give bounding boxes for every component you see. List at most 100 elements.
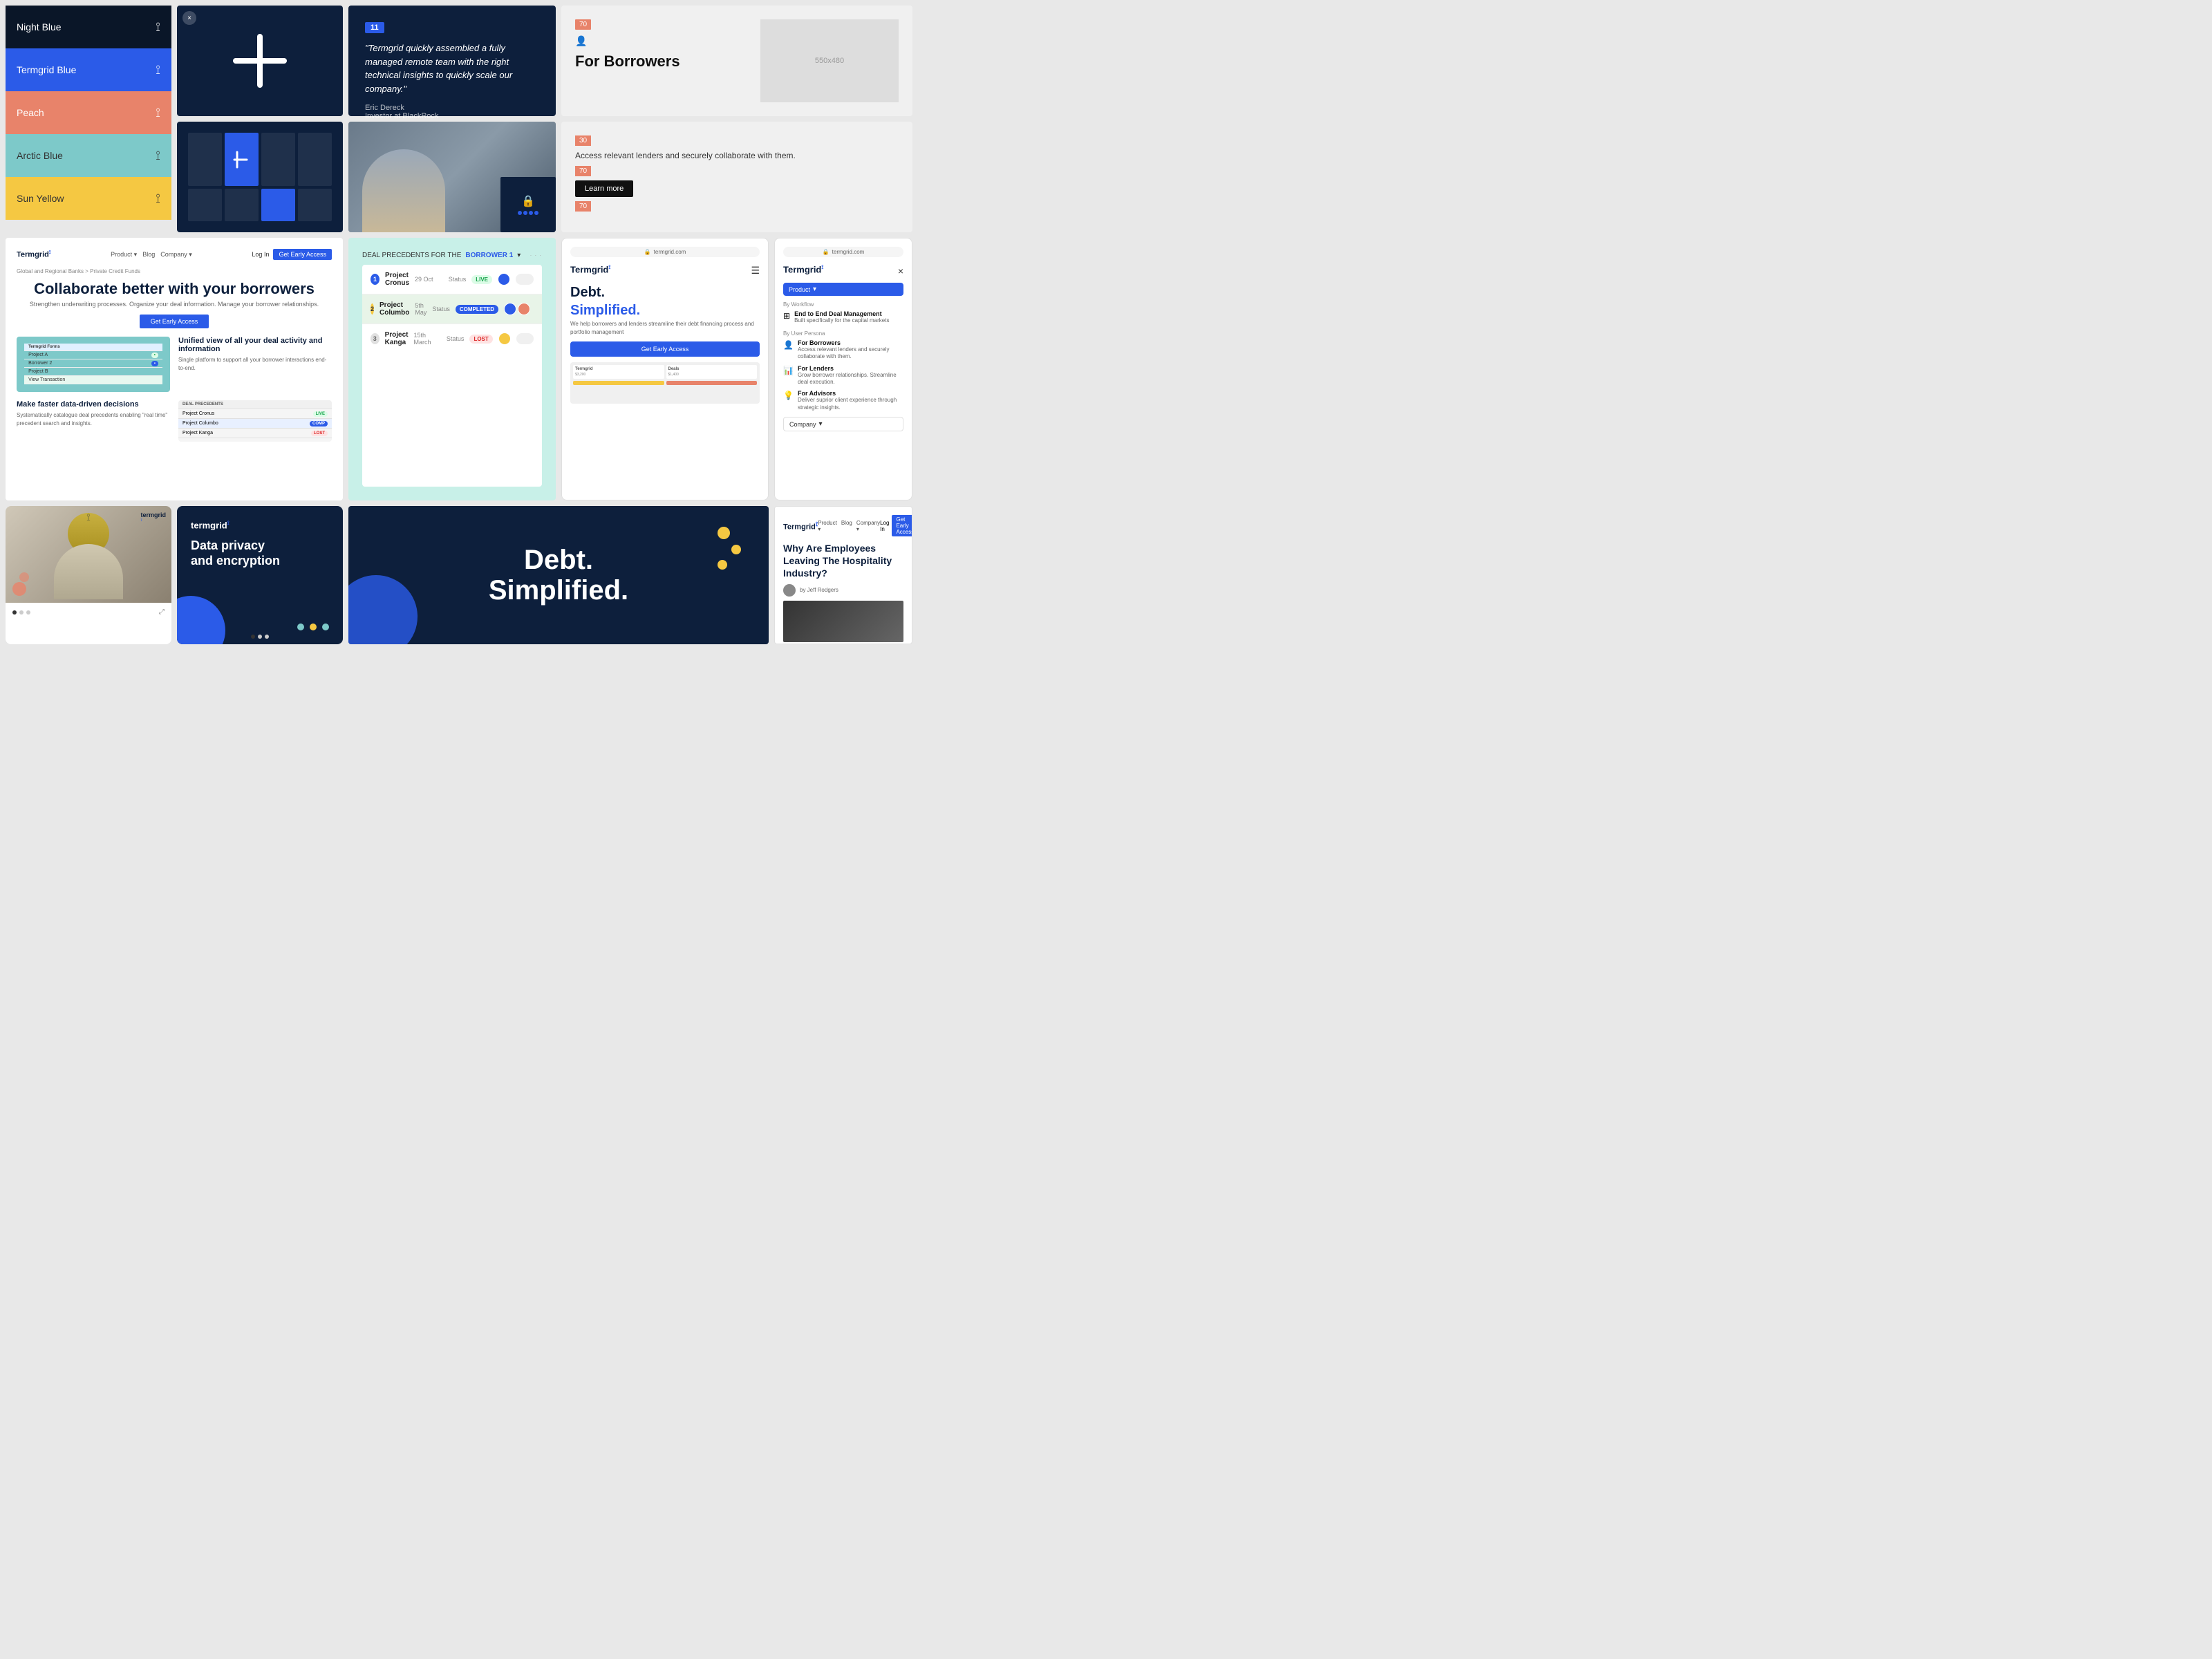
learn-more-button[interactable]: Learn more [575,180,633,197]
close-icon-mobile[interactable]: × [898,265,903,276]
social-indicator-dots [12,610,30,615]
swatch-arctic-blue-icon: ⟟ [156,149,160,163]
logo-cell-7 [261,189,295,221]
dropdown-item-borrowers-text: For Borrowers Access relevant lenders an… [798,339,903,361]
swatch-arctic-blue-label: Arctic Blue [17,150,63,161]
hero-circle-blue [348,575,418,644]
termgrid-logo-svg [229,30,291,92]
mobile-logo-2: Termgrid⟟ [783,264,823,274]
card2-decoration-dots [297,624,329,630]
card2-headline: Data privacy and encryption [191,538,329,568]
mobile-panel-2: 🔒 termgrid.com Termgrid⟟ × Product By Wo… [774,238,912,500]
status-badge-live: LIVE [471,275,492,284]
logo-cell-2 [225,133,259,186]
expand-icon[interactable]: ⤢ [159,608,165,616]
dropdown-workflow-section: By Workflow ⊞ End to End Deal Management… [783,301,903,324]
logo-dark-panel: × [177,6,343,116]
dropdown-item-workflow-text: End to End Deal Management Built specifi… [794,310,889,324]
termgrid-website-panel: Termgrid⟟ Product ▾ Blog Company ▾ Log I… [6,238,343,500]
tg-feature-text-2: Make faster data-driven decisions System… [17,400,170,442]
dropdown-workflow-title: By Workflow [783,301,903,308]
toggle-3[interactable] [516,333,534,344]
swatch-peach[interactable]: Peach ⟟ [6,91,171,134]
tg-nav-company[interactable]: Company ▾ [160,251,192,259]
c2-dot-3 [265,635,269,639]
mobile-cta-1[interactable]: Get Early Access [570,341,760,357]
social-card-dark: termgrid⟟ Data privacy and encryption [177,506,343,644]
access-tag-70: 70 [575,166,591,176]
advisors-icon: 💡 [783,391,794,400]
swatch-termgrid-blue[interactable]: Termgrid Blue ⟟ [6,48,171,91]
mobile-url-bar-2: 🔒 termgrid.com [783,247,903,257]
tg-feature-text-1: Unified view of all your deal activity a… [178,337,332,392]
mobile-headline-1b: Simplified. [570,302,760,319]
tg-subtext: Strengthen underwriting processes. Organ… [17,301,332,308]
mobile-panel-1: 🔒 termgrid.com Termgrid⟟ ☰ Debt. Simplif… [561,238,769,500]
deal-avatars-3 [498,332,511,345]
swatch-sun-yellow-label: Sun Yellow [17,193,64,204]
mobile-company-dropdown[interactable]: Company [783,417,903,431]
tg-login[interactable]: Log In [252,251,269,258]
hamburger-icon[interactable]: ☰ [751,265,760,276]
blog-nav-product[interactable]: Product ▾ [818,520,837,532]
hero-text: Debt. Simplified. [489,545,628,606]
deal-borrower-tag[interactable]: BORROWER 1 [465,252,513,259]
tg-early-access-button[interactable]: Get Early Access [140,315,209,328]
logo-cell-8 [298,189,332,221]
blog-nav-right: Log In Get Early Access [880,515,912,536]
swatch-sun-yellow[interactable]: Sun Yellow ⟟ [6,177,171,220]
avatar-2a [504,303,516,315]
c2-dot-1 [251,635,255,639]
blog-author: by Jeff Rodgers [783,584,903,597]
deal-pagination: · · · [530,252,542,259]
blog-nav-blog[interactable]: Blog [841,520,852,532]
access-tag-70b: 70 [575,201,591,212]
company-chevron-icon [819,420,823,428]
avatar-1 [498,273,510,285]
tg-feature-img-1: Termgrid Forms Project A• Borrower 2▪ Pr… [17,337,170,392]
dot-2 [19,610,24,615]
dropdown-item-advisors: 💡 For Advisors Deliver suprior client ex… [783,390,903,411]
blog-login[interactable]: Log In [880,520,889,532]
access-panel: 30 Access relevant lenders and securely … [561,122,912,232]
mobile-nav-top: Termgrid⟟ × [783,264,903,277]
swatch-sun-yellow-icon: ⟟ [156,191,160,206]
deal-chevron-icon: ▾ [517,252,521,259]
deal-date-3: 15th March [414,332,441,346]
tg-nav-blog[interactable]: Blog [142,251,155,259]
access-tag-30: 30 [575,135,591,146]
mobile-headline-1a: Debt. [570,284,760,301]
dot-1 [12,610,17,615]
blog-nav: Termgrid⟟ Product ▾ Blog Company ▾ Log I… [783,515,903,536]
hero-dot-1 [718,527,730,539]
tg-nav-product[interactable]: Product ▾ [111,251,137,259]
mobile-product-dropdown[interactable]: Product [783,283,903,296]
deal-num-2: 2 [371,303,374,315]
logo-cell-6 [225,189,259,221]
dropdown-item-lenders: 📊 For Lenders Grow borrower relationship… [783,365,903,386]
deal-status-label-1: Status [449,276,467,283]
deal-name-3: Project Kanga [385,331,409,346]
deal-row-2: 2 Project Columbo 5th May Status COMPLET… [362,294,542,324]
mobile-logo-1: Termgrid⟟ [570,264,610,274]
card2-dot-1 [297,624,304,630]
deal-name-1: Project Cronus [385,272,409,287]
borrower-placeholder-img: 550x480 [760,19,899,102]
blog-cta-button[interactable]: Get Early Access [892,515,912,536]
close-icon[interactable]: × [182,11,196,25]
blog-nav-company[interactable]: Company ▾ [856,520,880,532]
tg-features-2: Make faster data-driven decisions System… [17,400,332,442]
logo-cell-1 [188,133,222,186]
deal-row-3: 3 Project Kanga 15th March Status LOST [362,324,542,353]
logo-grid-panel [177,122,343,232]
tg-cta-button[interactable]: Get Early Access [273,249,332,260]
swatch-night-blue[interactable]: Night Blue ⟟ [6,6,171,48]
toggle-1[interactable] [516,274,534,285]
dropdown-persona-title: By User Persona [783,330,903,337]
social-card-person: termgrid ⟟ ⟟ ⤢ [6,506,171,644]
logo-cell-3 [261,133,295,186]
blog-headline: Why Are Employees Leaving The Hospitalit… [783,542,903,580]
swatch-arctic-blue[interactable]: Arctic Blue ⟟ [6,134,171,177]
blog-image [783,601,903,642]
mobile-subtext-1: We help borrowers and lenders streamline… [570,320,760,335]
